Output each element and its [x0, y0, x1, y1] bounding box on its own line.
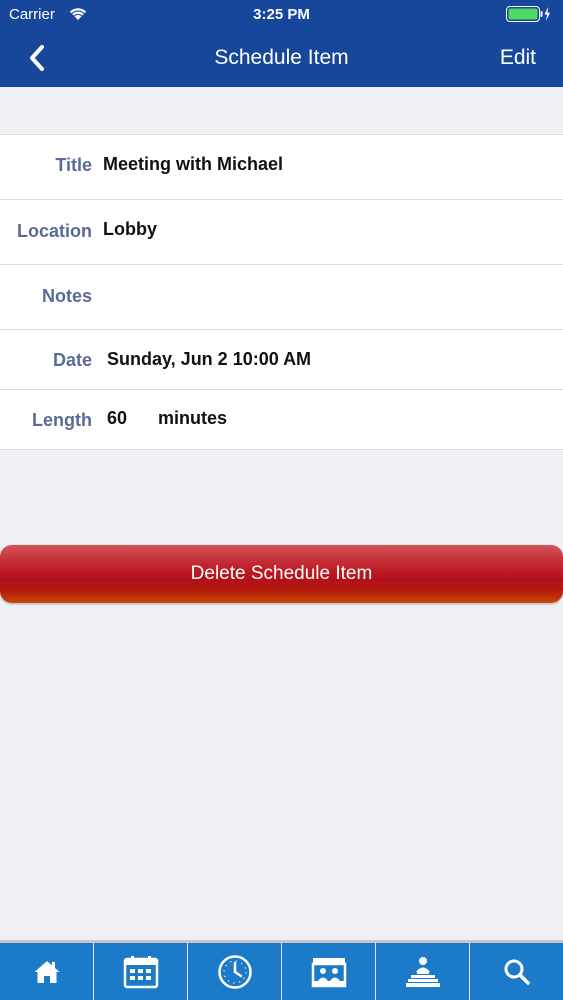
exhibitor-booth-icon — [311, 957, 346, 987]
date-label: Date — [52, 350, 92, 370]
length-unit: minutes — [158, 408, 228, 428]
battery-icon — [506, 6, 551, 27]
delete-schedule-item-button[interactable]: Delete Schedule Item — [0, 545, 563, 603]
notes-row[interactable]: Notes — [0, 265, 563, 330]
speaker-podium-icon — [405, 956, 440, 987]
title-row[interactable]: Title Meeting with Michael — [0, 135, 563, 200]
page-title: Schedule Item — [214, 46, 349, 69]
clock-icon — [217, 954, 252, 989]
status-time: 3:25 PM — [253, 6, 310, 23]
tab-search[interactable] — [470, 943, 563, 1000]
title-value: Meeting with Michael — [103, 154, 284, 174]
date-row[interactable]: Date Sunday, Jun 2 10:00 AM — [0, 330, 563, 390]
tab-bar — [0, 940, 563, 1000]
search-icon — [504, 959, 530, 985]
tab-home[interactable] — [0, 943, 94, 1000]
edit-button[interactable]: Edit — [500, 46, 536, 70]
length-value: 60 — [107, 408, 128, 428]
calendar-icon — [123, 955, 158, 988]
location-label: Location — [17, 221, 92, 241]
location-row[interactable]: Location Lobby — [0, 200, 563, 265]
length-label: Length — [32, 410, 92, 430]
notes-label: Notes — [41, 286, 92, 306]
tab-speakers[interactable] — [376, 943, 470, 1000]
tab-exhibitors[interactable] — [282, 943, 376, 1000]
length-row[interactable]: Length 60 minutes — [0, 390, 563, 449]
home-icon — [34, 960, 59, 983]
date-value: Sunday, Jun 2 10:00 AM — [107, 349, 312, 369]
schedule-item-form: Title Meeting with Michael Location Lobb… — [0, 134, 563, 450]
navigation-bar: Schedule Item Edit — [0, 30, 563, 87]
tab-clock[interactable] — [188, 943, 282, 1000]
status-bar: Carrier 3:25 PM — [0, 0, 563, 30]
tab-calendar[interactable] — [94, 943, 188, 1000]
location-value: Lobby — [103, 219, 157, 239]
title-label: Title — [55, 155, 92, 175]
